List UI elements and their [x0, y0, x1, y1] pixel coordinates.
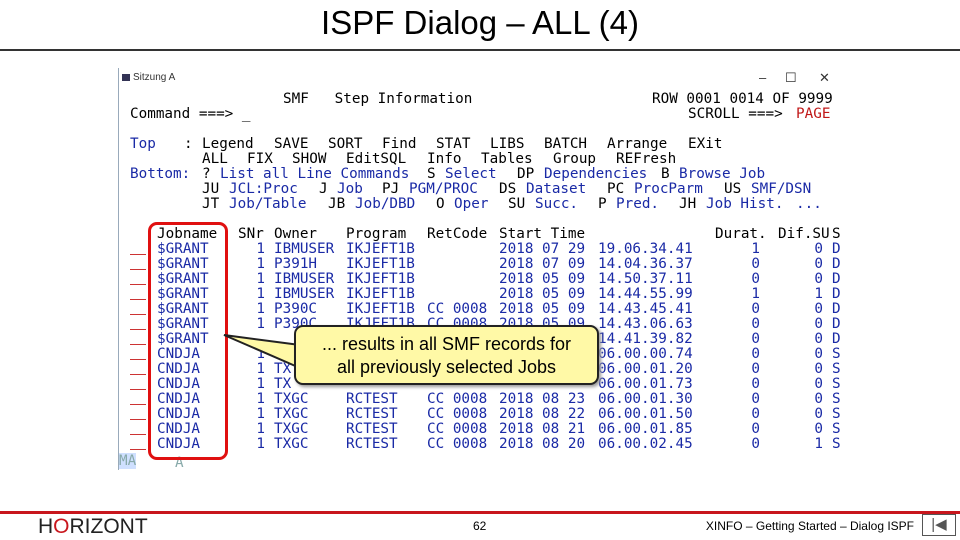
callout-line-1: ... results in all SMF records for	[321, 334, 572, 354]
callout: ... results in all SMF records for all p…	[294, 325, 599, 385]
footer-divider	[0, 511, 960, 514]
page-number: 62	[473, 519, 487, 533]
callout-line-2: all previously selected Jobs	[336, 357, 557, 377]
horizont-logo: HORIZONT	[38, 515, 148, 538]
footer-text: XINFO – Getting Started – Dialog ISPF	[705, 519, 914, 533]
first-page-icon[interactable]: |◀	[922, 514, 956, 536]
callout-pointer	[223, 334, 301, 370]
